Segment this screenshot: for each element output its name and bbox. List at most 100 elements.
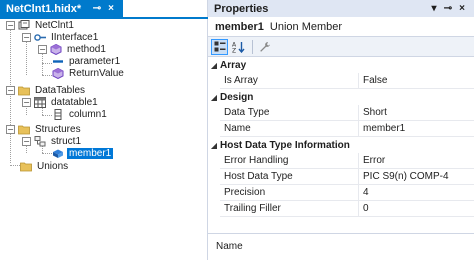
property-row-error-handling[interactable]: Error Handling Error	[208, 153, 474, 169]
tree-label: parameter1	[69, 55, 121, 67]
properties-pane: member1 Union Member AZ ◢ Array Is Array…	[208, 17, 474, 260]
property-name: Data Type	[220, 105, 358, 121]
pin-icon[interactable]: ⊸	[442, 3, 454, 14]
tree-line	[42, 115, 52, 116]
property-value[interactable]: PIC S9(n) COMP-4	[358, 169, 474, 185]
object-name: member1	[215, 20, 264, 33]
tree-node-member[interactable]: member1	[52, 147, 114, 159]
tree-line	[10, 165, 20, 166]
collapse-icon[interactable]: −	[22, 32, 31, 42]
property-row-precision[interactable]: Precision 4	[208, 185, 474, 201]
tree-line	[42, 63, 52, 64]
tree-line	[42, 75, 52, 76]
property-row-trailing-filler[interactable]: Trailing Filler 0	[208, 201, 474, 217]
alphabetical-icon[interactable]: AZ	[230, 39, 247, 55]
document-tab[interactable]: NetClnt1.hidx* ⊸ ×	[0, 0, 123, 17]
close-icon[interactable]: ×	[456, 3, 468, 14]
object-selector[interactable]: member1 Union Member	[208, 17, 474, 37]
solution-tree-pane: NetClnt1.hidx* ⊸ × − NetClnt1 − IInterfa…	[0, 0, 208, 260]
property-name: Is Array	[220, 73, 358, 89]
tree-label: column1	[69, 108, 107, 120]
object-type: Union Member	[269, 20, 343, 33]
collapse-triangle-icon[interactable]: ◢	[208, 141, 220, 150]
tree-line	[26, 41, 27, 75]
toolbar-separator	[252, 39, 253, 54]
tree-node-datatable[interactable]: − datatable1	[22, 96, 100, 108]
folder-icon	[20, 161, 32, 172]
tree-node-struct[interactable]: − struct1	[22, 135, 83, 147]
collapse-triangle-icon[interactable]: ◢	[208, 61, 220, 70]
wrench-icon[interactable]	[256, 39, 273, 55]
tree-label: ReturnValue	[69, 67, 124, 79]
column-icon	[52, 108, 64, 120]
vertical-scrollbar[interactable]	[196, 19, 207, 260]
tree-line	[42, 153, 52, 154]
property-row-name[interactable]: Name member1	[208, 121, 474, 137]
table-icon	[34, 96, 46, 108]
tree-label: member1	[67, 147, 114, 159]
category-label: Design	[220, 91, 254, 103]
project-icon	[18, 19, 30, 31]
property-value[interactable]: False	[358, 73, 474, 89]
collapse-icon[interactable]: −	[6, 124, 15, 134]
close-icon[interactable]: ×	[105, 3, 117, 14]
property-name: Host Data Type	[220, 169, 358, 185]
parameter-icon	[52, 56, 64, 67]
document-tab-title: NetClnt1.hidx*	[6, 2, 82, 15]
tree-label: datatable1	[51, 96, 98, 108]
tree-label: DataTables	[35, 84, 86, 96]
description-panel: Name	[208, 233, 474, 260]
collapse-icon[interactable]: −	[22, 97, 31, 107]
collapse-icon[interactable]: −	[22, 136, 31, 146]
folder-icon	[18, 85, 30, 96]
collapse-icon[interactable]: −	[38, 44, 47, 54]
tree-node-datatables[interactable]: − DataTables	[6, 84, 87, 96]
property-name: Precision	[220, 185, 358, 201]
tree-label: struct1	[51, 135, 82, 147]
tree-line	[10, 29, 11, 163]
interface-icon	[34, 32, 46, 43]
property-value[interactable]: 0	[358, 201, 474, 217]
pin-icon[interactable]: ⊸	[91, 3, 103, 14]
struct-icon	[34, 135, 46, 147]
properties-toolbar: AZ	[208, 37, 474, 57]
category-label: Array	[220, 59, 247, 71]
dropdown-icon[interactable]: ▾	[428, 3, 440, 14]
tree-label: method1	[67, 43, 106, 55]
property-name: Trailing Filler	[220, 201, 358, 217]
tree-node-interface[interactable]: − IInterface1	[22, 31, 100, 43]
method-icon	[50, 43, 62, 55]
property-name: Error Handling	[220, 153, 358, 169]
collapse-icon[interactable]: −	[6, 20, 15, 30]
properties-tab-title: Properties	[214, 2, 269, 15]
property-row-host-data-type[interactable]: Host Data Type PIC S9(n) COMP-4	[208, 169, 474, 185]
property-value[interactable]: Error	[358, 153, 474, 169]
tree-node-unions[interactable]: Unions	[20, 160, 70, 172]
tree-node-return-value[interactable]: ReturnValue	[52, 67, 126, 79]
tree-node-method[interactable]: − method1	[38, 43, 108, 55]
tree-node-structures[interactable]: − Structures	[6, 123, 83, 135]
property-value[interactable]: member1	[358, 121, 474, 137]
property-value[interactable]: Short	[358, 105, 474, 121]
svg-text:Z: Z	[232, 47, 236, 53]
properties-tab[interactable]: Properties ▾ ⊸ ×	[208, 0, 474, 17]
property-row-is-array[interactable]: Is Array False	[208, 73, 474, 89]
collapse-triangle-icon[interactable]: ◢	[208, 93, 220, 102]
tree-node-column[interactable]: column1	[52, 108, 109, 120]
tree-node-root[interactable]: − NetClnt1	[6, 19, 76, 31]
category-label: Host Data Type Information	[220, 139, 350, 151]
category-design[interactable]: ◢ Design	[208, 89, 474, 105]
description-title: Name	[216, 241, 243, 252]
property-row-data-type[interactable]: Data Type Short	[208, 105, 474, 121]
collapse-icon[interactable]: −	[6, 85, 15, 95]
categorized-icon[interactable]	[211, 38, 228, 55]
property-value[interactable]: 4	[358, 185, 474, 201]
property-name: Name	[220, 121, 358, 137]
tree-label: Structures	[35, 123, 81, 135]
category-array[interactable]: ◢ Array	[208, 57, 474, 73]
category-host-data-type[interactable]: ◢ Host Data Type Information	[208, 137, 474, 153]
tree-label: IInterface1	[51, 31, 99, 43]
tree-node-parameter[interactable]: parameter1	[52, 55, 122, 67]
tree-label: NetClnt1	[35, 19, 74, 31]
tree-line	[42, 53, 43, 75]
